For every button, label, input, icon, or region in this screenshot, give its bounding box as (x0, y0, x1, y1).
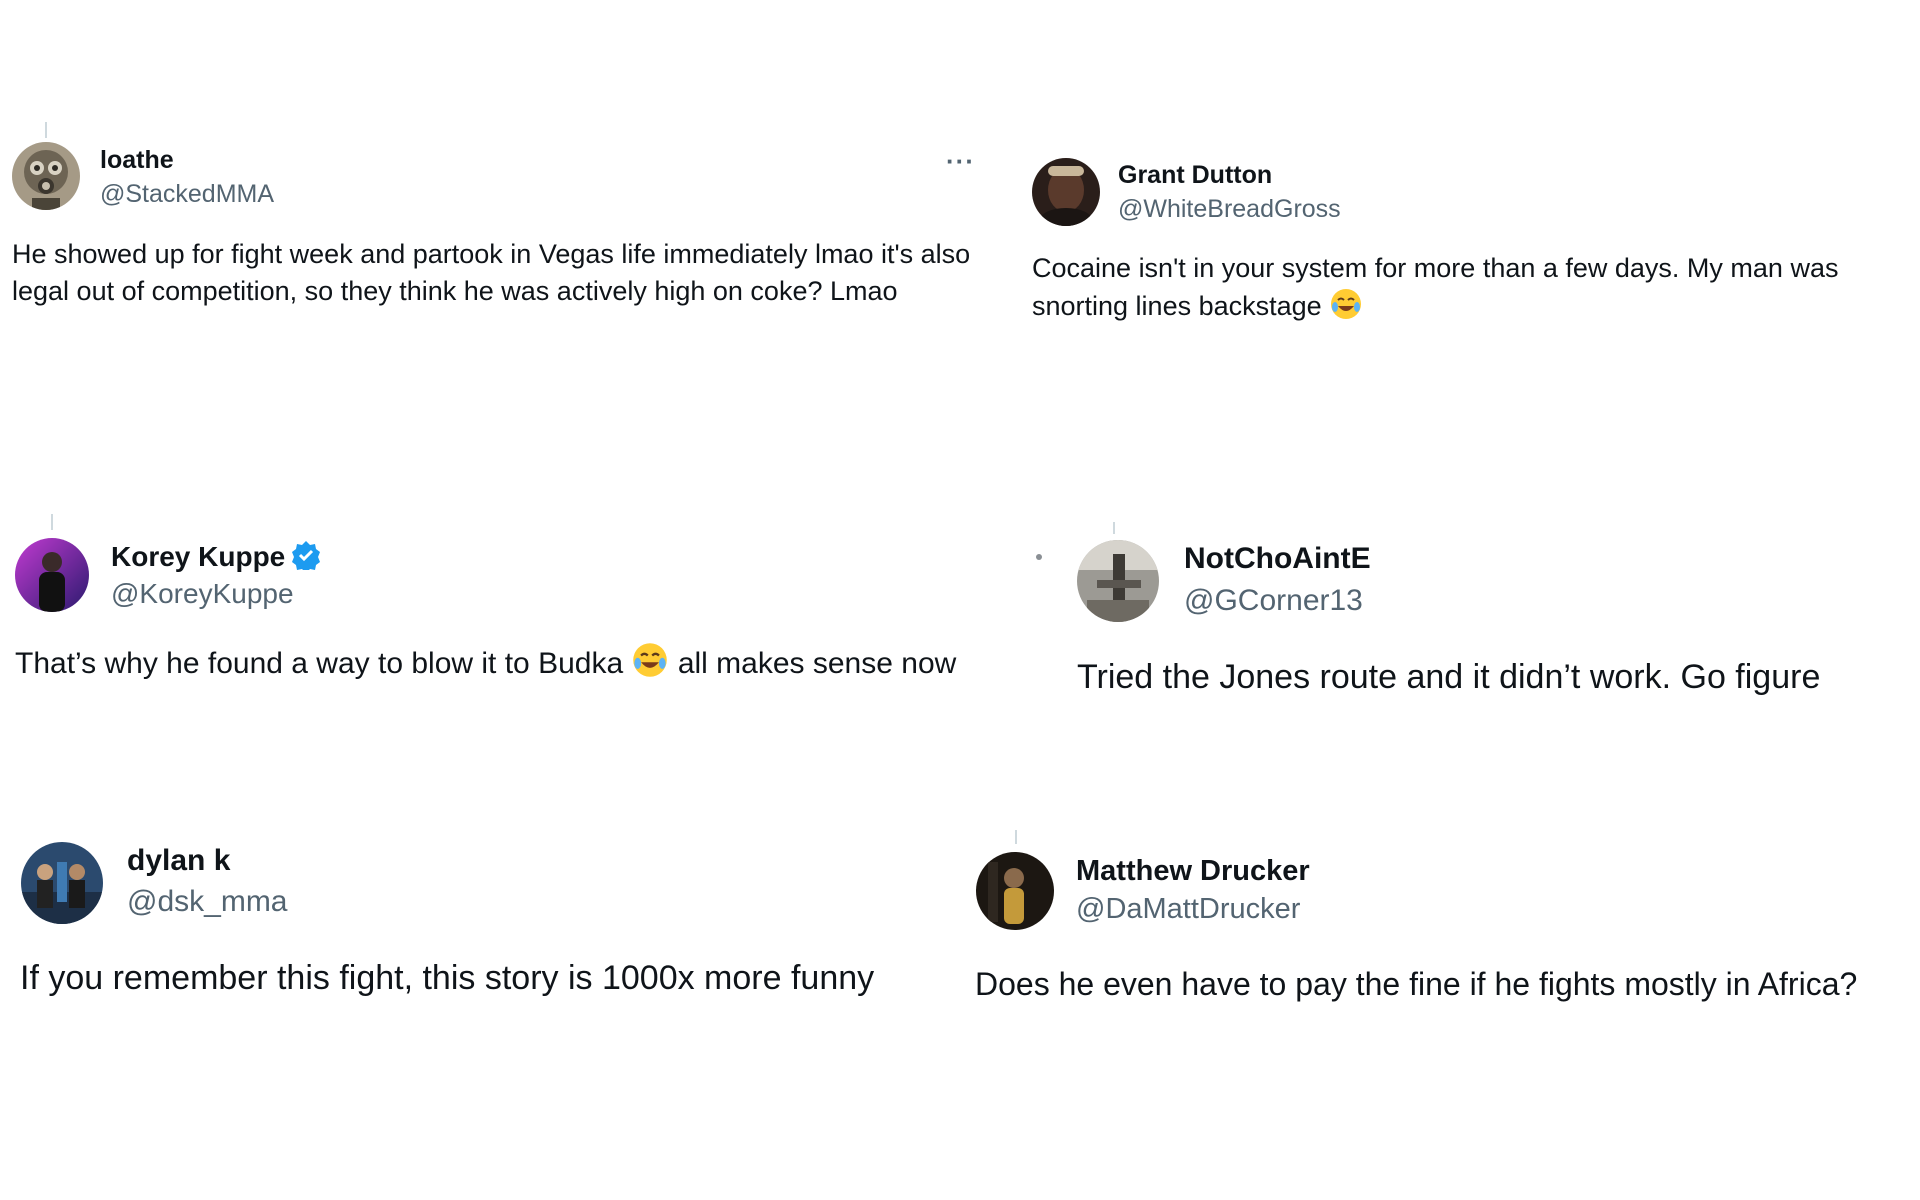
display-name-text: Korey Kuppe (111, 541, 286, 572)
display-name[interactable]: Matthew Drucker (1076, 855, 1310, 888)
tweet-text: That’s why he found a way to blow it to … (15, 641, 1035, 690)
tweet-text-after: all makes sense now (677, 647, 957, 680)
tears-of-joy-emoji-icon (631, 641, 669, 690)
display-name[interactable]: NotChoAintE (1184, 542, 1371, 576)
display-name[interactable]: Korey Kuppe (111, 540, 321, 577)
thread-line (51, 514, 53, 530)
user-handle[interactable]: @StackedMMA (100, 180, 274, 209)
avatar[interactable] (15, 538, 89, 612)
tweet-text: Cocaine isn't in your system for more th… (1032, 250, 1912, 332)
verified-badge-icon (291, 540, 321, 577)
avatar[interactable] (21, 842, 103, 924)
tweet-text-before: That’s why he found a way to blow it to … (15, 647, 624, 680)
person-in-neon-icon (15, 538, 89, 612)
avatar[interactable] (1032, 158, 1100, 226)
display-name[interactable]: loathe (100, 146, 174, 175)
thread-line (1015, 830, 1017, 844)
user-handle[interactable]: @DaMattDrucker (1076, 893, 1300, 926)
display-name[interactable]: dylan k (127, 844, 230, 878)
thread-line (45, 122, 47, 138)
tweet-text: He showed up for fight week and partook … (12, 239, 971, 307)
user-handle[interactable]: @GCorner13 (1184, 584, 1363, 618)
more-options-icon[interactable]: ··· (946, 148, 975, 174)
thread-line (1113, 522, 1115, 534)
user-handle[interactable]: @WhiteBreadGross (1118, 195, 1341, 224)
display-name[interactable]: Grant Dutton (1118, 161, 1272, 190)
fighters-photo-icon (21, 842, 103, 924)
avatar[interactable] (1077, 540, 1159, 622)
person-dark-icon (976, 852, 1054, 930)
tweet-text: Does he even have to pay the fine if he … (975, 966, 1858, 1002)
tweet-text: If you remember this fight, this story i… (20, 959, 875, 997)
tears-of-joy-emoji-icon (1329, 287, 1363, 331)
tweet-text: Tried the Jones route and it didn’t work… (1077, 658, 1821, 696)
user-handle[interactable]: @dsk_mma (127, 885, 288, 919)
man-portrait-icon (1032, 158, 1100, 226)
separator-dot (1036, 554, 1042, 560)
user-handle[interactable]: @KoreyKuppe (111, 578, 294, 610)
avatar[interactable] (976, 852, 1054, 930)
gas-mask-icon (12, 142, 80, 210)
gym-photo-icon (1077, 540, 1159, 622)
tweet-text-content: Cocaine isn't in your system for more th… (1032, 253, 1839, 322)
avatar[interactable] (12, 142, 80, 210)
